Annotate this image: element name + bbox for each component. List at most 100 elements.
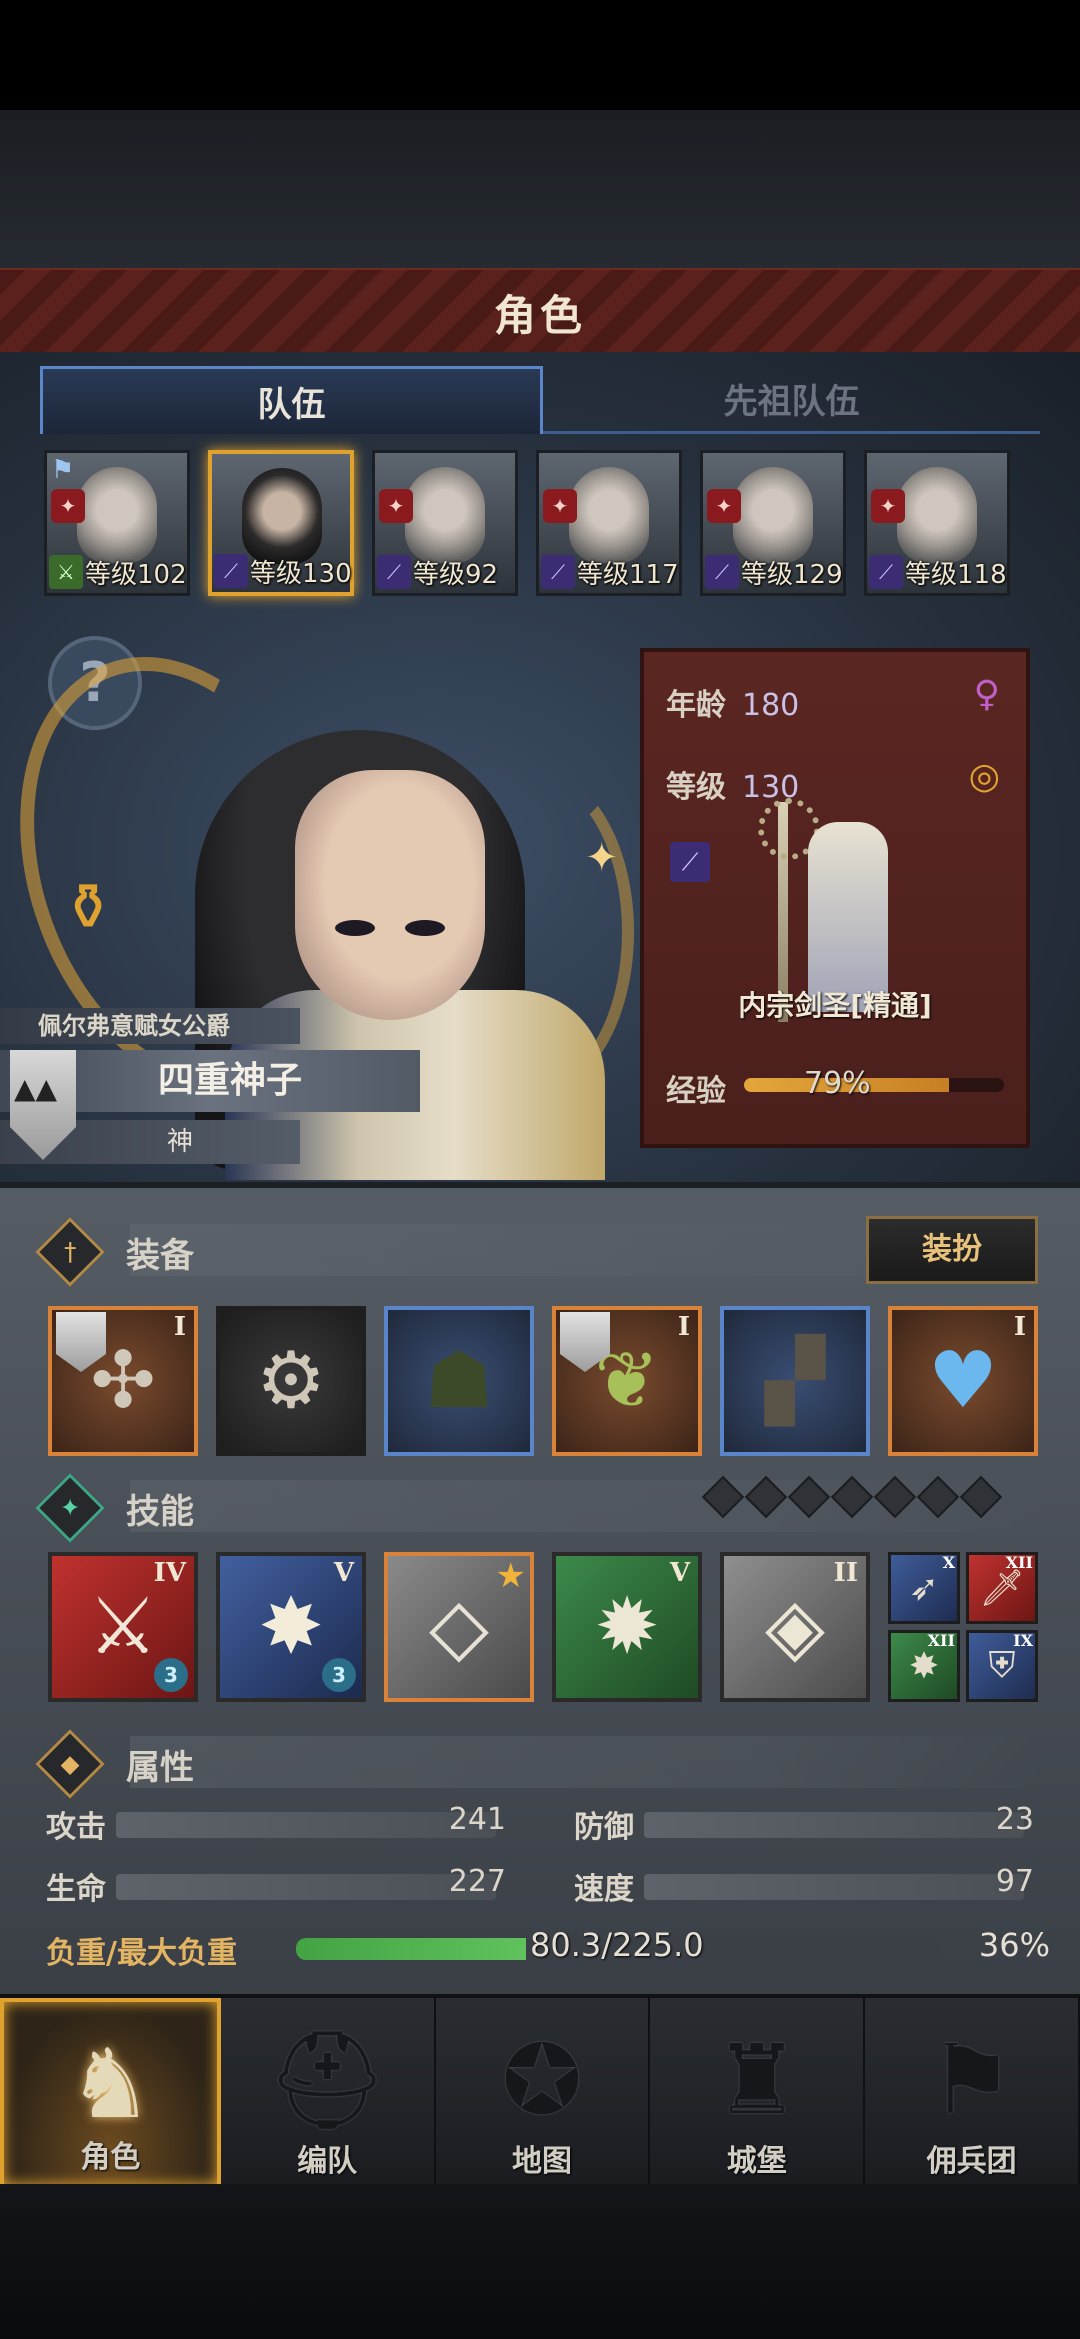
- hero-face: [77, 467, 157, 563]
- nav-label: 地图: [511, 2144, 572, 2179]
- skill-slot-3[interactable]: ◇ ★: [384, 1552, 534, 1702]
- dress-up-button[interactable]: 装扮: [866, 1216, 1038, 1284]
- skill-slot-1[interactable]: ⚔ IV 3: [48, 1552, 198, 1702]
- mini-skill-2[interactable]: 🗡 XII: [966, 1552, 1038, 1624]
- skill-slot-2[interactable]: ✸ V 3: [216, 1552, 366, 1702]
- empty-slot-pip: [916, 1475, 960, 1519]
- rank-numeral: XII: [927, 1631, 955, 1650]
- hero-level: 等级102: [85, 560, 187, 590]
- hero-face: [897, 467, 977, 563]
- skills-header: ✦ 技能: [35, 1473, 194, 1543]
- stat-label: 防御: [574, 1810, 634, 1845]
- stat-value: 227: [448, 1864, 506, 1899]
- rank-numeral: I: [173, 1312, 186, 1342]
- nav-castle[interactable]: ♜ 城堡: [650, 1998, 866, 2188]
- rank-numeral: I: [1013, 1312, 1026, 1342]
- compass-icon: ✪: [501, 2024, 583, 2136]
- staff-icon: ⟋: [705, 555, 739, 589]
- hero-face: [569, 467, 649, 563]
- attributes-header: ◆ 属性: [35, 1729, 194, 1799]
- age-label: 年龄: [666, 688, 726, 723]
- nav-character[interactable]: ♞ 角色: [0, 1998, 221, 2188]
- skill-slot-5[interactable]: ◈ II: [720, 1552, 870, 1702]
- staff-icon: ⟋: [541, 555, 575, 589]
- hero-level: 等级130: [250, 559, 352, 589]
- class-name: 内宗剑圣[精通]: [738, 989, 932, 1022]
- load-percent: 36%: [978, 1926, 1050, 1964]
- rank-numeral: V: [333, 1558, 354, 1588]
- portrait-head: [295, 770, 485, 1020]
- equip-slot-4[interactable]: ❦ I: [552, 1306, 702, 1456]
- star-emblem-icon: ✦: [35, 1473, 105, 1543]
- hero-card-3[interactable]: ✦ ⟋ 等级92: [372, 450, 518, 596]
- hero-card-1[interactable]: ⚑ ✦ ⚔ 等级102: [44, 450, 190, 596]
- empty-slot-pip: [787, 1475, 831, 1519]
- hero-face: [733, 467, 813, 563]
- equip-slot-5[interactable]: ▞: [720, 1306, 870, 1456]
- stat-speed: 速度 97: [574, 1864, 1034, 1908]
- knight-icon: ♞: [67, 2028, 154, 2140]
- rank-numeral: X: [942, 1553, 955, 1572]
- bottom-nav: ♞ 角色 ⛑ 编队 ✪ 地图 ♜ 城堡 ⚑ 佣兵团: [0, 1994, 1080, 2188]
- hero-level: 等级117: [577, 560, 679, 590]
- status-bar: [0, 0, 1080, 110]
- tab-ancestor-team[interactable]: 先祖队伍: [543, 366, 1040, 434]
- character-title: 佩尔弗意赋女公爵: [0, 1008, 300, 1044]
- equipment-header: † 装备: [35, 1217, 194, 1287]
- burst-icon: ✸: [908, 1645, 940, 1687]
- skills-label: 技能: [126, 1491, 194, 1532]
- nav-label: 佣兵团: [926, 2144, 1017, 2179]
- stat-label: 生命: [46, 1872, 106, 1907]
- potion-icon[interactable]: ⚱: [48, 868, 128, 948]
- hero-card-5[interactable]: ✦ ⟋ 等级129: [700, 450, 846, 596]
- helmet-icon: ⛑: [266, 2024, 389, 2136]
- page-title: 角色: [493, 290, 586, 340]
- hero-card-6[interactable]: ✦ ⟋ 等级118: [864, 450, 1010, 596]
- blood-badge-icon: ✦: [707, 489, 741, 523]
- nav-label: 编队: [297, 2144, 358, 2179]
- stat-bar: [116, 1874, 496, 1900]
- tab-team[interactable]: 队伍: [40, 366, 543, 434]
- stat-bar: [644, 1874, 1024, 1900]
- charge-count: 3: [154, 1658, 188, 1692]
- equip-slot-2[interactable]: ⚙: [216, 1306, 366, 1456]
- stat-value: 97: [995, 1864, 1034, 1899]
- rank-numeral: I: [677, 1312, 690, 1342]
- stat-bar: [644, 1812, 1024, 1838]
- nav-formation[interactable]: ⛑ 编队: [221, 1998, 436, 2188]
- staff-icon: ⟋: [869, 555, 903, 589]
- ring-icon[interactable]: ◎: [969, 756, 1000, 797]
- section-line: [130, 1736, 1040, 1788]
- stat-value: 23: [995, 1802, 1034, 1837]
- hero-face: [405, 467, 485, 563]
- mini-skill-1[interactable]: ➶ X: [888, 1552, 960, 1624]
- xp-bar: [744, 1078, 1004, 1092]
- stat-value: 241: [448, 1802, 506, 1837]
- equipment-label: 装备: [126, 1235, 194, 1276]
- star-icon: ★: [495, 1556, 526, 1596]
- equip-slot-3[interactable]: ☗: [384, 1306, 534, 1456]
- mini-skill-3[interactable]: ✸ XII: [888, 1630, 960, 1702]
- skill-slot-4[interactable]: ✹ V: [552, 1552, 702, 1702]
- portrait-eye: [335, 920, 375, 936]
- mercenary-icon: ⚑: [928, 2024, 1015, 2136]
- bottom-bar: [0, 2184, 1080, 2339]
- empty-slot-pip: [959, 1475, 1003, 1519]
- stat-bar: [116, 1812, 496, 1838]
- equip-slot-6[interactable]: ♥ I: [888, 1306, 1038, 1456]
- hero-card-4[interactable]: ✦ ⟋ 等级117: [536, 450, 682, 596]
- nav-mercenary[interactable]: ⚑ 佣兵团: [865, 1998, 1080, 2188]
- hero-level: 等级129: [741, 560, 843, 590]
- heart-amulet-icon: ♥: [928, 1336, 998, 1426]
- mini-skill-4[interactable]: ⛨ IX: [966, 1630, 1038, 1702]
- blood-badge-icon: ✦: [543, 489, 577, 523]
- hood-icon: ☗: [424, 1336, 494, 1426]
- hero-card-2[interactable]: ⟋ 等级130: [208, 450, 354, 596]
- drop-emblem-icon: ◆: [35, 1729, 105, 1799]
- dagger-icon: 🗡: [979, 1568, 1025, 1609]
- nav-map[interactable]: ✪ 地图: [436, 1998, 651, 2188]
- empty-slot-pip: [744, 1475, 788, 1519]
- sword-icon: ⚔: [49, 555, 83, 589]
- hero-roster: ⚑ ✦ ⚔ 等级102 ⟋ 等级130 ✦ ⟋ 等级92 ✦ ⟋ 等级117 ✦…: [44, 450, 1044, 600]
- equip-slot-1[interactable]: ✣ I: [48, 1306, 198, 1456]
